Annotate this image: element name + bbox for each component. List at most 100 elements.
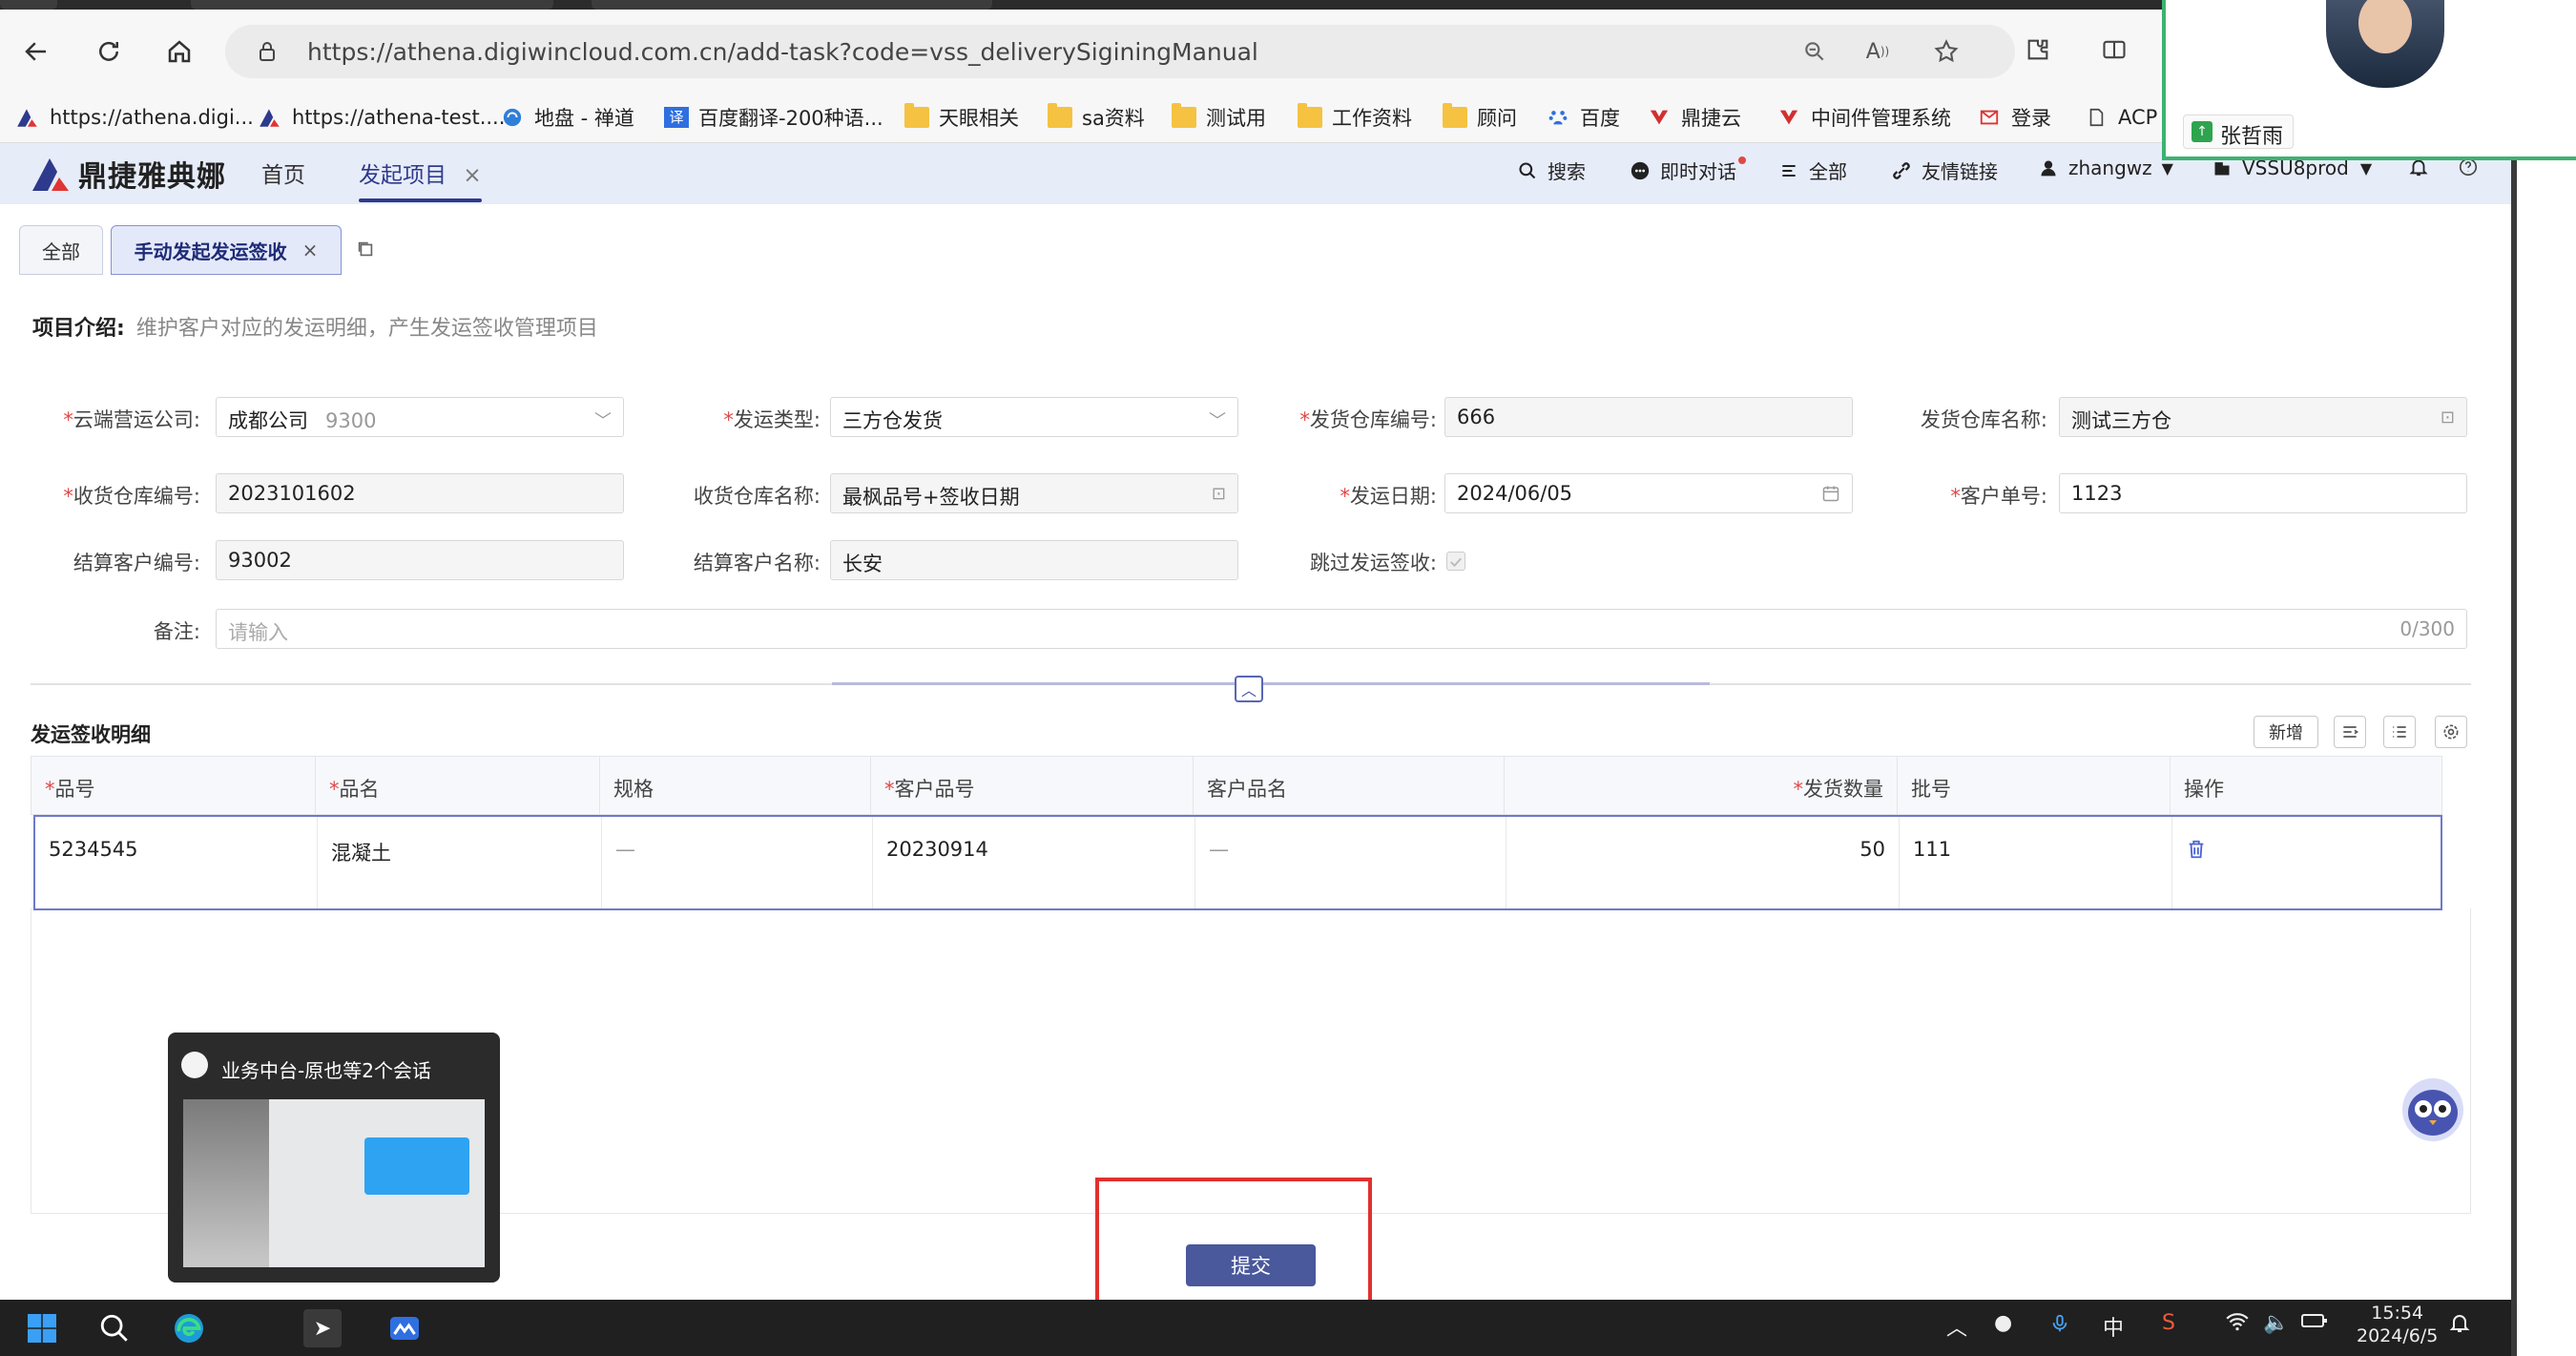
- open-picker-icon[interactable]: ⊡: [2441, 407, 2455, 428]
- reload-button[interactable]: [88, 31, 130, 73]
- bookmark-folder-sa[interactable]: sa资料: [1048, 92, 1145, 143]
- split-screen-icon[interactable]: [2095, 31, 2133, 69]
- ship-warehouse-name-input[interactable]: 测试三方仓 ⊡: [2059, 397, 2467, 437]
- tray-expand-icon[interactable]: ︿: [1946, 1311, 1967, 1342]
- col-spec[interactable]: 规格: [600, 757, 871, 816]
- recv-warehouse-no-input[interactable]: 2023101602: [216, 473, 624, 513]
- system-clock[interactable]: 15:54 2024/6/5: [2357, 1302, 2438, 1347]
- col-item-name[interactable]: *品名: [316, 757, 600, 816]
- col-qty[interactable]: *发货数量: [1505, 757, 1898, 816]
- nav-launch-project[interactable]: 发起项目 ×: [336, 156, 505, 202]
- url-text[interactable]: https://athena.digiwincloud.com.cn/add-t…: [307, 38, 1258, 66]
- tray-app-icon[interactable]: ●: [1994, 1311, 2012, 1335]
- bookmark-folder-work[interactable]: 工作资料: [1298, 92, 1412, 143]
- taskbar-app-active[interactable]: ➤: [303, 1309, 342, 1347]
- skip-sign-label: 跳过发运签收:: [1309, 552, 1437, 574]
- volume-icon[interactable]: 🔈: [2263, 1311, 2289, 1335]
- cell-qty[interactable]: 50: [1506, 817, 1900, 908]
- search-button[interactable]: 搜索: [1517, 156, 1586, 184]
- battery-icon[interactable]: [2301, 1311, 2328, 1336]
- extensions-icon[interactable]: [2019, 31, 2057, 69]
- zoom-icon[interactable]: [1799, 36, 1830, 67]
- ship-date-picker[interactable]: 2024/06/05: [1444, 473, 1853, 513]
- open-picker-icon[interactable]: ⊡: [1212, 484, 1226, 504]
- bookmark-folder-consultant[interactable]: 顾问: [1443, 92, 1517, 143]
- ship-warehouse-no-label: *发货仓库编号:: [1299, 408, 1437, 431]
- close-icon[interactable]: ×: [463, 163, 481, 188]
- address-bar[interactable]: https://athena.digiwincloud.com.cn/add-t…: [225, 25, 2015, 78]
- bookmark-digiwin-cloud[interactable]: 鼎捷云: [1647, 92, 1741, 143]
- table-settings-button[interactable]: [2435, 716, 2467, 748]
- skip-sign-checkbox[interactable]: [1446, 552, 1465, 571]
- col-cust-item-no[interactable]: *客户品号: [871, 757, 1194, 816]
- notification-center-icon[interactable]: [2448, 1311, 2471, 1340]
- ship-type-select[interactable]: 三方仓发货 ﹀: [830, 397, 1238, 437]
- taskbar-edge-button[interactable]: [170, 1309, 208, 1347]
- cell-item-no[interactable]: 5234545: [35, 817, 318, 908]
- start-button[interactable]: [23, 1309, 61, 1347]
- taskbar-meeting-app[interactable]: [385, 1309, 424, 1347]
- browser-tab[interactable]: [592, 0, 992, 10]
- chevron-down-icon: ﹀: [594, 411, 612, 431]
- table-row[interactable]: 5234545 混凝土 — 20230914 — 50 111: [33, 815, 2442, 910]
- col-batch[interactable]: 批号: [1898, 757, 2171, 816]
- bookmark-acp[interactable]: ACP: [2084, 92, 2157, 143]
- cloud-company-select[interactable]: 成都公司 9300 ﹀: [216, 397, 624, 437]
- bookmark-athena-test[interactable]: https://athena-test....: [258, 92, 505, 143]
- cell-spec[interactable]: —: [602, 817, 873, 908]
- delete-row-button[interactable]: [2186, 840, 2207, 866]
- nav-home[interactable]: 首页: [261, 156, 305, 189]
- back-button[interactable]: [15, 31, 57, 73]
- friend-links-button[interactable]: 友情链接: [1891, 156, 1998, 184]
- read-aloud-icon[interactable]: A)): [1862, 36, 1893, 67]
- wifi-icon[interactable]: [2225, 1311, 2250, 1338]
- chat-preview-popup[interactable]: 业务中台-原也等2个会话: [168, 1033, 500, 1283]
- bookmark-folder-tianyan[interactable]: 天眼相关: [904, 92, 1019, 143]
- row-density-button[interactable]: [2383, 716, 2416, 748]
- column-settings-button[interactable]: [2334, 716, 2366, 748]
- microphone-icon[interactable]: [2049, 1311, 2070, 1342]
- input-method-indicator[interactable]: 中: [2103, 1311, 2124, 1342]
- customer-order-no-input[interactable]: 1123: [2059, 473, 2467, 513]
- taskbar-search-button[interactable]: [95, 1309, 134, 1347]
- bookmark-middleware[interactable]: 中间件管理系统: [1776, 92, 1951, 143]
- bookmark-login[interactable]: 登录: [1977, 92, 2051, 143]
- tray-app-icon-red[interactable]: S: [2162, 1311, 2175, 1335]
- tab-all[interactable]: 全部: [19, 225, 103, 275]
- col-item-no[interactable]: *品号: [31, 757, 316, 816]
- cell-action: [2172, 817, 2440, 908]
- cell-item-name[interactable]: 混凝土: [318, 817, 602, 908]
- preview-thumbnail[interactable]: [183, 1099, 485, 1267]
- bookmark-athena[interactable]: https://athena.digi...: [15, 92, 254, 143]
- remark-input[interactable]: 请输入 0/300: [216, 609, 2467, 649]
- settle-customer-name-input[interactable]: 长安: [830, 540, 1238, 580]
- cell-cust-item-no[interactable]: 20230914: [873, 817, 1195, 908]
- favorite-star-icon[interactable]: [1931, 36, 1962, 67]
- ship-warehouse-no-input[interactable]: 666: [1444, 397, 1853, 437]
- user-menu[interactable]: zhangwz ▼: [2038, 156, 2173, 179]
- browser-tab[interactable]: [0, 0, 57, 10]
- settle-customer-no-input[interactable]: 93002: [216, 540, 624, 580]
- tab-copy-icon[interactable]: [355, 239, 376, 260]
- app-logo[interactable]: 鼎捷雅典娜: [31, 153, 226, 195]
- assistant-bot-button[interactable]: [2402, 1078, 2463, 1141]
- bookmark-zentao[interactable]: 地盘 - 禅道: [500, 92, 634, 143]
- recv-warehouse-name-input[interactable]: 最枫品号+签收日期 ⊡: [830, 473, 1238, 513]
- bookmark-baidu[interactable]: 百度: [1546, 92, 1620, 143]
- browser-tab[interactable]: [191, 0, 553, 10]
- cell-batch[interactable]: 111: [1900, 817, 2172, 908]
- video-call-window[interactable]: ↑ 张哲雨: [2162, 0, 2576, 160]
- col-cust-item-name[interactable]: 客户品名: [1194, 757, 1505, 816]
- bookmark-folder-test[interactable]: 测试用: [1172, 92, 1266, 143]
- instant-chat-button[interactable]: 即时对话: [1630, 156, 1746, 184]
- lock-icon[interactable]: [252, 36, 282, 67]
- close-icon[interactable]: ×: [302, 239, 319, 261]
- collapse-button[interactable]: ︿: [1235, 676, 1263, 702]
- baidu-translate-icon: 译: [664, 107, 689, 128]
- all-menu-button[interactable]: 全部: [1778, 156, 1847, 184]
- add-row-button[interactable]: 新增: [2254, 716, 2318, 748]
- home-button[interactable]: [158, 31, 200, 73]
- tab-manual-delivery-sign[interactable]: 手动发起发运签收 ×: [111, 225, 342, 275]
- cell-cust-item-name[interactable]: —: [1195, 817, 1506, 908]
- bookmark-baidu-translate[interactable]: 译 百度翻译-200种语...: [664, 92, 883, 143]
